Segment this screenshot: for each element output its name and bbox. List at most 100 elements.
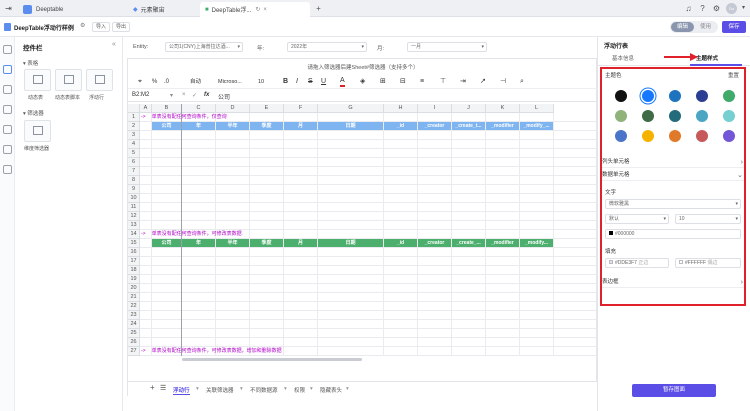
column-header[interactable]: B [152, 104, 182, 113]
search-icon[interactable]: ⌕ [520, 77, 524, 87]
row-header[interactable]: 12 [128, 212, 140, 221]
theme-color-swatch[interactable] [723, 110, 735, 122]
theme-color-swatch[interactable] [642, 90, 654, 102]
row-header[interactable]: 3 [128, 131, 140, 140]
export-button[interactable]: 导出 [112, 22, 131, 32]
sheet-tab-filter[interactable]: 关联筛选器 [206, 386, 234, 394]
wrap-icon[interactable]: ⇥ [460, 77, 466, 87]
column-header[interactable]: E [250, 104, 284, 113]
chevron-down-icon[interactable]: ▾ [284, 386, 287, 392]
table-header-cell[interactable]: 月 [284, 122, 317, 130]
column-header[interactable]: L [520, 104, 554, 113]
save-button[interactable]: 保存 [722, 21, 746, 33]
new-tab-icon[interactable]: + [314, 4, 323, 13]
theme-color-swatch[interactable] [696, 90, 708, 102]
import-button[interactable]: 导入 [92, 22, 111, 32]
section-data-cell[interactable]: 数据单元格 ⌄ [602, 170, 745, 181]
row-header[interactable]: 15 [128, 239, 140, 248]
cell-ref[interactable]: B2:M2 [132, 92, 149, 98]
chart-icon[interactable] [3, 125, 12, 134]
row-header[interactable]: 8 [128, 176, 140, 185]
refresh-icon[interactable]: ↻ [255, 6, 260, 13]
row-header[interactable]: 14 [128, 230, 140, 239]
month-select[interactable]: 一月 ▾ [407, 42, 487, 52]
theme-color-swatch[interactable] [669, 110, 681, 122]
spreadsheet[interactable]: 请拖入筛选器后建Sheet#筛选器（支持多个） ⌖ % .0 自动 Micros… [127, 58, 598, 397]
theme-color-swatch[interactable] [642, 130, 654, 142]
font-size-select[interactable]: 10 ▾ [675, 214, 741, 224]
row-header[interactable]: 24 [128, 320, 140, 329]
help-icon[interactable]: ? [698, 4, 707, 13]
bold-icon[interactable]: B [283, 77, 288, 87]
table-header-cell[interactable]: _create_t... [452, 122, 485, 130]
theme-color-swatch[interactable] [669, 90, 681, 102]
sheet-tab-hidden-header[interactable]: 隐藏表头 [320, 386, 342, 394]
row-header[interactable]: 25 [128, 329, 140, 338]
link-icon[interactable] [3, 165, 12, 174]
app-tab[interactable]: Deeptable [18, 2, 68, 17]
tab-deeptable[interactable]: ■ DeepTable浮... ↻ × [200, 2, 310, 17]
column-header[interactable]: K [486, 104, 520, 113]
row-header[interactable]: 19 [128, 275, 140, 284]
row-header[interactable]: 2 [128, 122, 140, 131]
row-header[interactable]: 20 [128, 284, 140, 293]
row-header[interactable]: 21 [128, 293, 140, 302]
theme-color-swatch[interactable] [723, 130, 735, 142]
collapse-icon[interactable]: « [112, 41, 116, 48]
widget-table-script[interactable] [55, 69, 82, 91]
row-header[interactable]: 23 [128, 311, 140, 320]
column-header[interactable]: A [140, 104, 152, 113]
font-select[interactable]: 微软雅黑 ▾ [605, 199, 741, 209]
column-header[interactable]: C [182, 104, 216, 113]
tab-basic[interactable]: 基本信息 [612, 54, 634, 62]
settings-icon[interactable] [3, 145, 12, 154]
row-header[interactable]: 13 [128, 221, 140, 230]
border-icon[interactable]: ⊞ [380, 77, 386, 87]
rotate-icon[interactable]: ↗ [480, 77, 486, 87]
formula-input[interactable]: 公司 [218, 92, 230, 101]
reset-button[interactable]: 重置 [728, 71, 739, 79]
gear-icon[interactable]: ⚙ [80, 22, 85, 29]
close-icon[interactable]: × [263, 7, 267, 13]
column-header[interactable]: H [384, 104, 418, 113]
align-left-icon[interactable]: ≡ [420, 77, 424, 87]
theme-color-swatch[interactable] [723, 90, 735, 102]
theme-color-swatch[interactable] [696, 130, 708, 142]
mode-switch[interactable]: 编辑 使用 [670, 21, 718, 33]
column-header[interactable]: I [418, 104, 452, 113]
column-width-icon[interactable]: ⊣ [500, 77, 506, 87]
table-header-cell[interactable]: 年 [182, 122, 215, 130]
table-header-cell[interactable]: 半年 [216, 239, 249, 247]
avatar[interactable]: Du [726, 3, 737, 14]
sheet-tab-source[interactable]: 不同数据源 [250, 386, 278, 394]
row-header[interactable]: 26 [128, 338, 140, 347]
fill-color-icon[interactable]: ◈ [360, 77, 365, 87]
sheet-tab-permission[interactable]: 权限 [294, 386, 305, 394]
chevron-down-icon[interactable]: ▾ [739, 4, 748, 13]
row-header[interactable]: 5 [128, 149, 140, 158]
decimal-icon[interactable]: .0 [164, 77, 169, 87]
row-header[interactable]: 1 [128, 113, 140, 122]
chevron-down-icon[interactable]: ▾ [196, 386, 199, 392]
table-header-cell[interactable]: 季度 [250, 122, 283, 130]
sheet-tab-float[interactable]: 浮动行 [173, 386, 190, 395]
table-icon[interactable] [3, 105, 12, 114]
align-top-icon[interactable]: ⊤ [440, 77, 446, 87]
add-sheet-icon[interactable]: + [150, 383, 155, 392]
format-painter-icon[interactable]: ⌖ [138, 77, 142, 87]
fill-color-odd[interactable]: #DDE3F7 正边 [605, 258, 669, 268]
theme-color-swatch[interactable] [615, 90, 627, 102]
tab-theme[interactable]: 主题样式 [696, 54, 718, 62]
row-header[interactable]: 27 [128, 347, 140, 356]
table-header-cell[interactable]: _modify_... [520, 122, 553, 130]
row-header[interactable]: 18 [128, 266, 140, 275]
table-header-cell[interactable]: _id [384, 239, 417, 247]
widget-dimension-filter[interactable] [24, 120, 51, 142]
table-header-cell[interactable]: _modifier [486, 239, 519, 247]
italic-icon[interactable]: I [296, 77, 298, 87]
row-header[interactable]: 16 [128, 248, 140, 257]
table-header-cell[interactable]: 月 [284, 239, 317, 247]
section-border[interactable]: 表边框 › [602, 277, 745, 288]
number-format-select[interactable]: 自动 [190, 77, 201, 87]
font-size-select[interactable]: 10 [258, 77, 264, 87]
